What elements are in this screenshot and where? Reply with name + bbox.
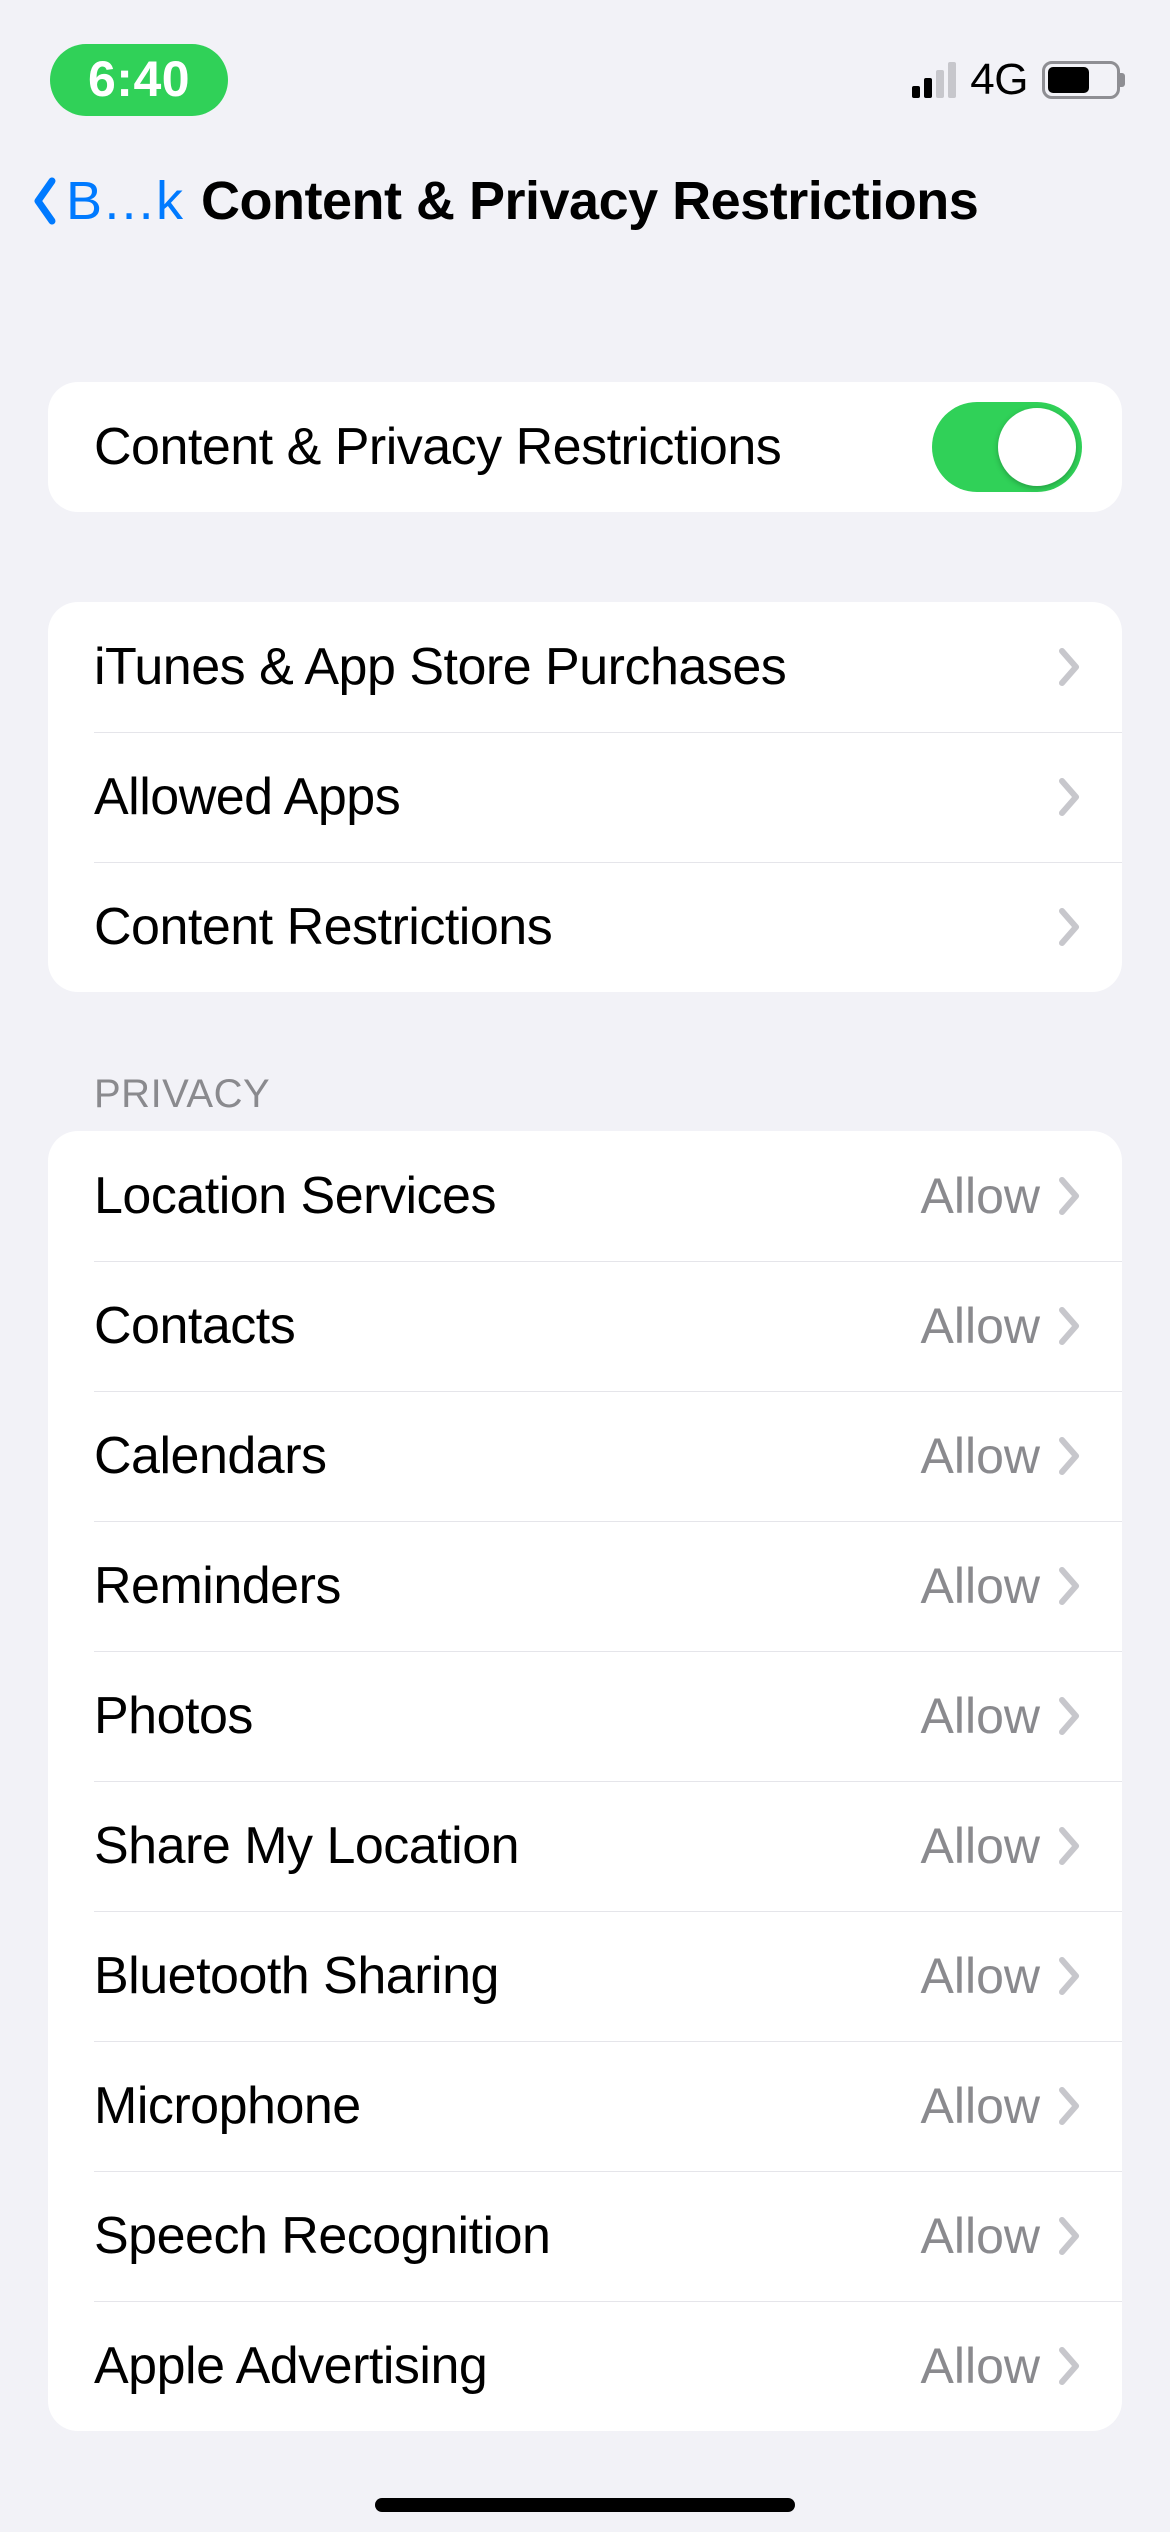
nav-header: B…k Content & Privacy Restrictions [0,130,1170,262]
status-time-pill: 6:40 [50,44,228,116]
bluetooth-sharing-row[interactable]: Bluetooth Sharing Allow [48,1911,1122,2041]
speech-recognition-row[interactable]: Speech Recognition Allow [48,2171,1122,2301]
row-label: Speech Recognition [94,2206,921,2266]
row-label: Calendars [94,1426,921,1486]
reminders-row[interactable]: Reminders Allow [48,1521,1122,1651]
chevron-right-icon [1058,647,1082,687]
row-value: Allow [921,2077,1040,2135]
privacy-section-header: PRIVACY [94,1072,1170,1117]
restrictions-group: iTunes & App Store Purchases Allowed App… [48,602,1122,992]
row-label: Content Restrictions [94,897,1058,957]
network-type-label: 4G [970,55,1028,105]
cellular-signal-icon [912,62,956,98]
content-privacy-toggle-row[interactable]: Content & Privacy Restrictions [48,382,1122,512]
row-value: Allow [921,1297,1040,1355]
row-value: Allow [921,1687,1040,1745]
back-label: B…k [66,170,183,232]
chevron-right-icon [1058,1436,1082,1476]
chevron-left-icon [30,175,60,227]
chevron-right-icon [1058,2346,1082,2386]
chevron-right-icon [1058,1176,1082,1216]
row-label: Photos [94,1686,921,1746]
chevron-right-icon [1058,2086,1082,2126]
chevron-right-icon [1058,1956,1082,1996]
toggle-group: Content & Privacy Restrictions [48,382,1122,512]
apple-advertising-row[interactable]: Apple Advertising Allow [48,2301,1122,2431]
row-label: Apple Advertising [94,2336,921,2396]
row-value: Allow [921,2337,1040,2395]
row-value: Allow [921,1167,1040,1225]
location-services-row[interactable]: Location Services Allow [48,1131,1122,1261]
chevron-right-icon [1058,1566,1082,1606]
row-label: Contacts [94,1296,921,1356]
photos-row[interactable]: Photos Allow [48,1651,1122,1781]
row-value: Allow [921,2207,1040,2265]
row-value: Allow [921,1947,1040,2005]
row-label: Share My Location [94,1816,921,1876]
calendars-row[interactable]: Calendars Allow [48,1391,1122,1521]
row-value: Allow [921,1817,1040,1875]
content-privacy-switch[interactable] [932,402,1082,492]
chevron-right-icon [1058,1306,1082,1346]
row-label: Bluetooth Sharing [94,1946,921,2006]
page-title: Content & Privacy Restrictions [201,170,978,232]
chevron-right-icon [1058,907,1082,947]
status-right: 4G [912,55,1120,105]
row-value: Allow [921,1557,1040,1615]
privacy-group: Location Services Allow Contacts Allow C… [48,1131,1122,2431]
itunes-appstore-row[interactable]: iTunes & App Store Purchases [48,602,1122,732]
microphone-row[interactable]: Microphone Allow [48,2041,1122,2171]
chevron-right-icon [1058,1826,1082,1866]
chevron-right-icon [1058,777,1082,817]
chevron-right-icon [1058,2216,1082,2256]
row-value: Allow [921,1427,1040,1485]
battery-icon [1042,61,1120,99]
share-my-location-row[interactable]: Share My Location Allow [48,1781,1122,1911]
status-bar: 6:40 4G [0,0,1170,130]
toggle-label: Content & Privacy Restrictions [94,417,932,477]
row-label: iTunes & App Store Purchases [94,637,1058,697]
row-label: Allowed Apps [94,767,1058,827]
content-restrictions-row[interactable]: Content Restrictions [48,862,1122,992]
chevron-right-icon [1058,1696,1082,1736]
back-button[interactable]: B…k [30,170,183,232]
contacts-row[interactable]: Contacts Allow [48,1261,1122,1391]
row-label: Microphone [94,2076,921,2136]
row-label: Reminders [94,1556,921,1616]
row-label: Location Services [94,1166,921,1226]
home-indicator [375,2498,795,2512]
allowed-apps-row[interactable]: Allowed Apps [48,732,1122,862]
